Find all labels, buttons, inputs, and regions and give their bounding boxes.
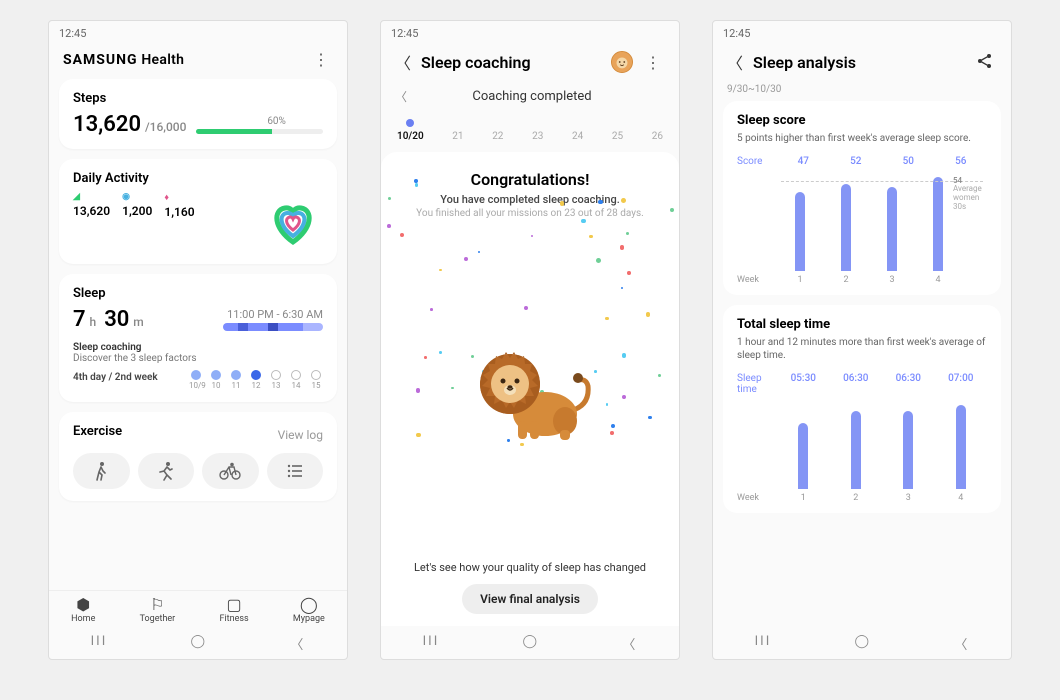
sleep-window: 11:00 PM - 6:30 AM: [223, 308, 323, 321]
total-ylabel: Sleep time: [737, 373, 777, 395]
page-title: Sleep analysis: [753, 53, 973, 72]
sleep-card[interactable]: Sleep 7 h 30 m 11:00 PM - 6:30 AM Sleep …: [59, 274, 337, 402]
app-header: SAMSUNG Health ⋮: [49, 42, 347, 79]
page-title: Sleep coaching: [421, 53, 611, 72]
phone-home: 12:45 SAMSUNG Health ⋮ Steps 13,620 /16,…: [48, 20, 348, 660]
tab-mypage[interactable]: ◯Mypage: [293, 597, 325, 624]
android-navbar: III ◯ 〈: [49, 626, 347, 659]
status-time: 12:45: [713, 21, 1011, 42]
sleep-title: Sleep: [73, 286, 323, 301]
share-icon[interactable]: [973, 53, 997, 73]
total-desc: 1 hour and 12 minutes more than first we…: [737, 336, 987, 363]
nav-recents[interactable]: III: [755, 634, 772, 653]
tab-home[interactable]: ⬢Home: [71, 597, 95, 624]
sleep-minutes: 30: [104, 307, 129, 332]
total-values: 05:3006:3006:3007:00: [777, 373, 987, 395]
analysis-header: 〈 Sleep analysis: [713, 42, 1011, 84]
activity-metric-active: ◉ 1,200: [122, 192, 152, 218]
more-icon[interactable]: ⋮: [309, 50, 333, 69]
date-range: 9/30~10/30: [713, 84, 1011, 101]
score-values: 47525056: [777, 156, 987, 167]
view-log-link[interactable]: View log: [278, 428, 323, 442]
steps-progress: [196, 129, 323, 134]
score-title: Sleep score: [737, 113, 987, 128]
score-xlabel: Week: [737, 275, 777, 285]
total-card[interactable]: Total sleep time 1 hour and 12 minutes m…: [723, 305, 1001, 513]
nav-recents[interactable]: III: [91, 634, 108, 653]
nav-back[interactable]: 〈: [954, 634, 969, 653]
brand-samsung: SAMSUNG: [63, 52, 138, 68]
exercise-walk-button[interactable]: [73, 453, 130, 489]
phone-coaching: 12:45 〈 Sleep coaching ⋮ 〈 Coaching comp…: [380, 20, 680, 660]
steps-pct-label: 60%: [267, 116, 323, 127]
nav-home[interactable]: ◯: [191, 634, 208, 653]
lion-avatar-icon[interactable]: [611, 51, 633, 73]
total-xlabel: Week: [737, 493, 777, 503]
brand-health: Health: [141, 52, 184, 68]
bottom-tabs: ⬢Home ⚐Together ▢Fitness ◯Mypage: [49, 590, 347, 626]
congrats-line2: You finished all your missions on 23 out…: [395, 208, 665, 219]
activity-metric-steps: ◢ 13,620: [73, 192, 110, 218]
app-brand: SAMSUNG Health: [63, 52, 184, 68]
back-icon[interactable]: 〈: [727, 50, 753, 74]
coaching-desc: Discover the 3 sleep factors: [73, 353, 323, 364]
nav-back[interactable]: 〈: [290, 634, 305, 653]
status-time: 12:45: [49, 21, 347, 42]
tab-together[interactable]: ⚐Together: [140, 597, 176, 624]
exercise-bike-button[interactable]: [202, 453, 259, 489]
activity-card[interactable]: Daily Activity ◢ 13,620 ◉ 1,200 ♦ 1,160: [59, 159, 337, 264]
steps-goal: /16,000: [145, 120, 186, 134]
activity-title: Daily Activity: [73, 171, 323, 186]
quality-text: Let's see how your quality of sleep has …: [395, 561, 665, 574]
steps-value: 13,620: [73, 112, 141, 137]
date-strip[interactable]: 10/20212223242526: [381, 115, 679, 152]
sleep-hours: 7: [73, 307, 86, 332]
activity-metric-cal: ♦ 1,160: [164, 192, 194, 219]
status-time: 12:45: [381, 21, 679, 42]
total-bars: [777, 399, 987, 489]
steps-card[interactable]: Steps 13,620 /16,000 60%: [59, 79, 337, 149]
nav-home[interactable]: ◯: [855, 634, 872, 653]
activity-ring-icon: [263, 192, 323, 252]
tab-fitness[interactable]: ▢Fitness: [220, 597, 249, 624]
score-card[interactable]: Sleep score 5 points higher than first w…: [723, 101, 1001, 295]
score-ylabel: Score: [737, 156, 777, 167]
congrats-line1: You have completed sleep coaching.: [395, 193, 665, 206]
exercise-title: Exercise: [73, 424, 122, 439]
steps-title: Steps: [73, 91, 323, 106]
more-icon[interactable]: ⋮: [641, 53, 665, 72]
phone-analysis: 12:45 〈 Sleep analysis 9/30~10/30 Sleep …: [712, 20, 1012, 660]
view-analysis-button[interactable]: View final analysis: [462, 584, 598, 614]
sleep-bar: [223, 323, 323, 331]
exercise-list-button[interactable]: [267, 453, 324, 489]
exercise-run-button[interactable]: [138, 453, 195, 489]
coaching-header: 〈 Sleep coaching ⋮: [381, 42, 679, 84]
sub-back-icon[interactable]: 〈: [395, 88, 413, 105]
android-navbar: III ◯ 〈: [713, 626, 1011, 659]
back-icon[interactable]: 〈: [395, 50, 421, 74]
congrats-card: Congratulations! You have completed slee…: [381, 152, 679, 626]
coaching-title: Sleep coaching: [73, 342, 323, 353]
total-title: Total sleep time: [737, 317, 987, 332]
score-desc: 5 points higher than first week's averag…: [737, 132, 987, 146]
coaching-day-dots: 10/9101112131415: [189, 370, 323, 390]
coaching-progress: 4th day / 2nd week: [73, 372, 158, 383]
nav-back[interactable]: 〈: [622, 634, 637, 653]
lion-illustration: [460, 326, 600, 446]
coaching-status: Coaching completed: [421, 89, 643, 104]
congrats-title: Congratulations!: [395, 170, 665, 189]
exercise-card[interactable]: Exercise View log: [59, 412, 337, 501]
coaching-subheader: 〈 Coaching completed: [381, 84, 679, 115]
android-navbar: III ◯ 〈: [381, 626, 679, 659]
home-content: Steps 13,620 /16,000 60% Daily Activity …: [49, 79, 347, 590]
nav-recents[interactable]: III: [423, 634, 440, 653]
nav-home[interactable]: ◯: [523, 634, 540, 653]
